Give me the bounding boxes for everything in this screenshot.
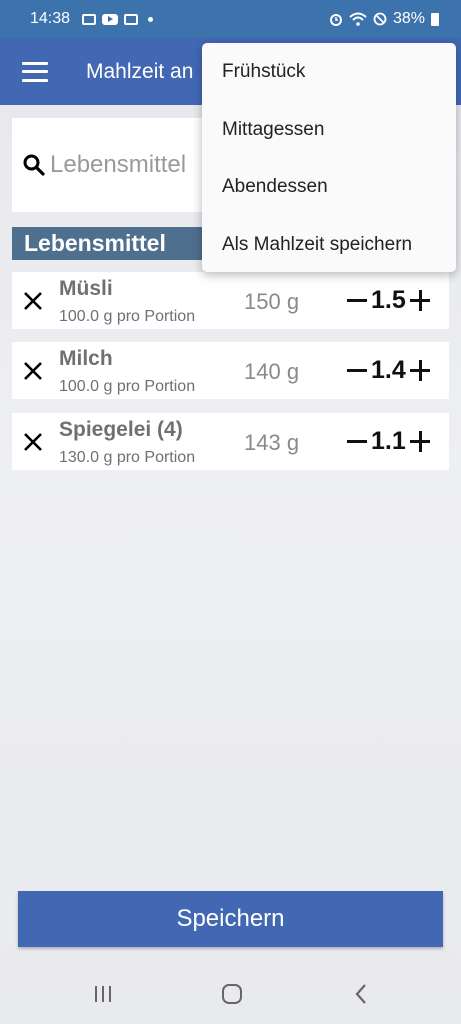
alarm-icon	[329, 14, 342, 26]
food-portion: 100.0 g pro Portion	[59, 308, 196, 325]
search-icon	[23, 154, 45, 176]
food-weight: 140 g	[244, 359, 300, 384]
notification-dot-icon	[148, 16, 154, 22]
decrease-quantity-button[interactable]	[347, 284, 369, 314]
food-weight: 143 g	[244, 430, 300, 455]
home-icon[interactable]	[217, 981, 247, 1007]
food-weight: 150 g	[244, 289, 300, 314]
gallery-icon	[82, 13, 97, 25]
hamburger-menu-icon[interactable]	[22, 61, 48, 82]
wifi-icon	[349, 12, 367, 26]
calendar-icon	[124, 13, 139, 25]
status-left: 14:38	[30, 10, 154, 28]
battery-icon	[431, 12, 439, 26]
increase-quantity-button[interactable]	[410, 425, 432, 455]
food-name[interactable]: Müsli	[59, 277, 113, 301]
food-row: Milch 100.0 g pro Portion 140 g 1.4	[12, 342, 449, 399]
increase-quantity-button[interactable]	[410, 354, 432, 384]
food-portion: 100.0 g pro Portion	[59, 378, 196, 395]
back-icon[interactable]	[346, 981, 376, 1007]
page-title: Mahlzeit an	[86, 59, 194, 83]
recent-apps-icon[interactable]	[88, 981, 118, 1007]
menu-item-mittagessen[interactable]: Mittagessen	[202, 115, 456, 173]
quantity-value: 1.1	[371, 427, 406, 455]
remove-icon[interactable]	[22, 290, 44, 312]
youtube-icon	[102, 13, 119, 25]
food-name[interactable]: Spiegelei (4)	[59, 418, 183, 442]
decrease-quantity-button[interactable]	[347, 425, 369, 455]
remove-icon[interactable]	[22, 360, 44, 382]
menu-item-abendessen[interactable]: Abendessen	[202, 172, 456, 230]
quantity-value: 1.4	[371, 356, 406, 384]
navigation-bar	[0, 964, 461, 1024]
save-button[interactable]: Speichern	[18, 891, 443, 947]
status-bar: 14:38 38%	[0, 0, 461, 38]
do-not-disturb-icon	[373, 12, 387, 26]
food-row: Spiegelei (4) 130.0 g pro Portion 143 g …	[12, 413, 449, 470]
remove-icon[interactable]	[22, 431, 44, 453]
status-right: 38%	[329, 10, 439, 28]
increase-quantity-button[interactable]	[410, 284, 432, 314]
food-name[interactable]: Milch	[59, 347, 113, 371]
menu-item-save-as-meal[interactable]: Als Mahlzeit speichern	[202, 230, 456, 288]
battery-percent: 38%	[392, 10, 425, 27]
menu-item-fruehstueck[interactable]: Frühstück	[202, 57, 456, 115]
status-time: 14:38	[30, 10, 71, 27]
decrease-quantity-button[interactable]	[347, 354, 369, 384]
quantity-value: 1.5	[371, 286, 406, 314]
overflow-menu: Frühstück Mittagessen Abendessen Als Mah…	[202, 43, 456, 272]
food-portion: 130.0 g pro Portion	[59, 449, 196, 466]
